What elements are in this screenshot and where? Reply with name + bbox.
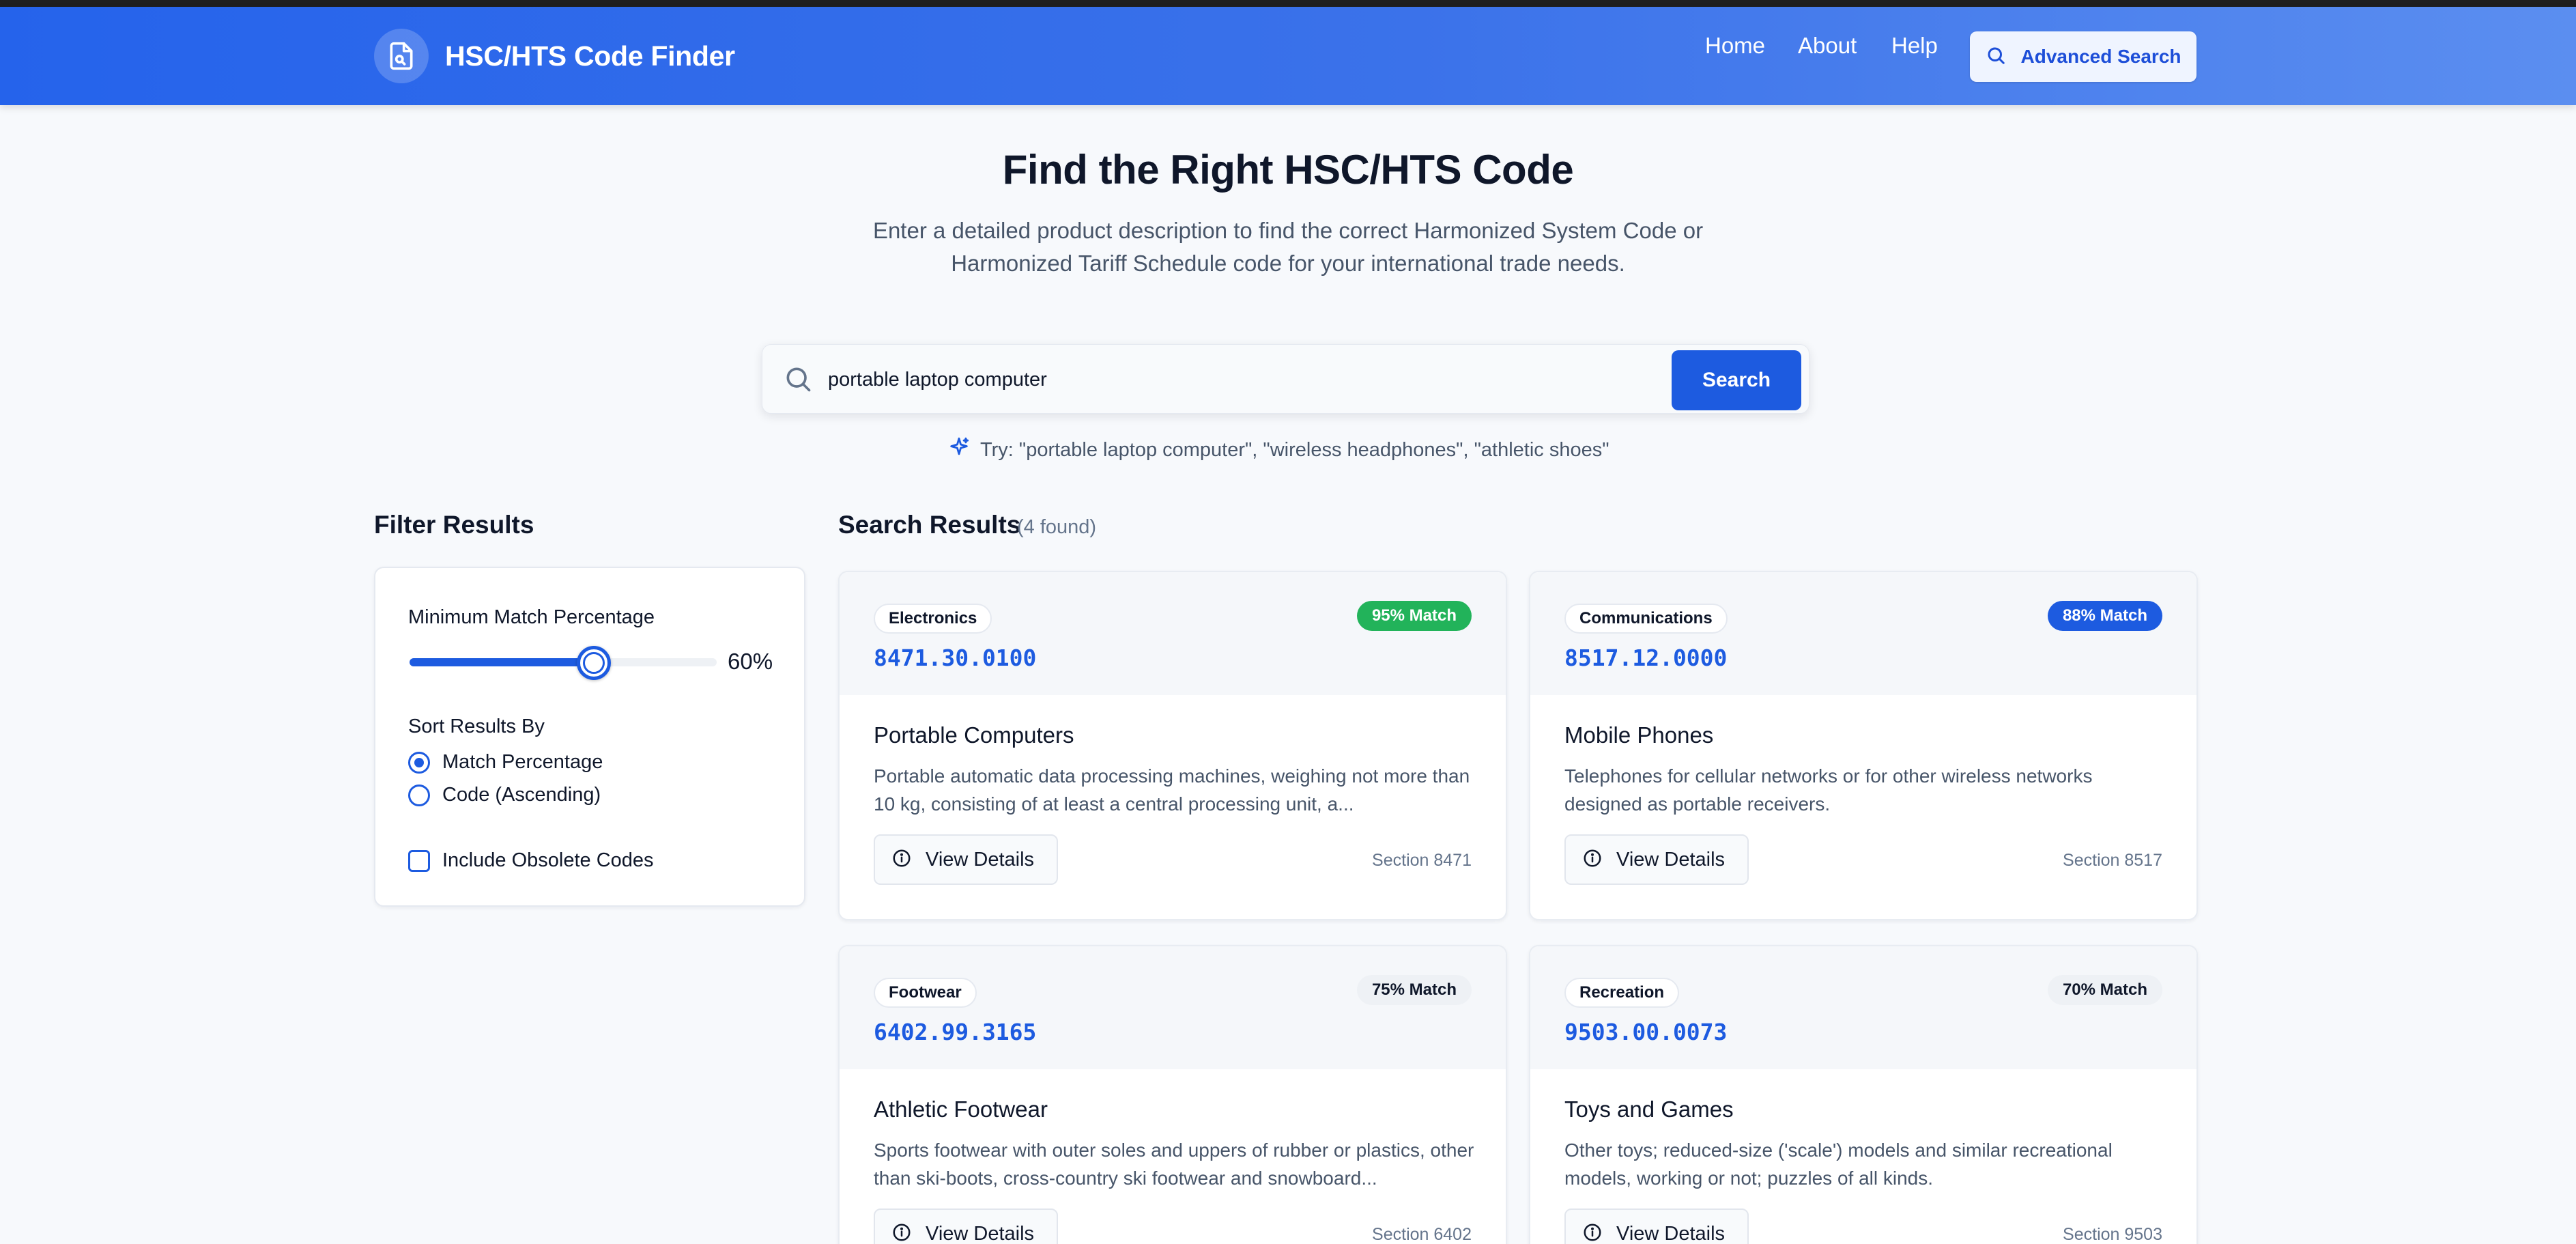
app-header: HSC/HTS Code Finder Home About Help Adva… — [0, 7, 2576, 105]
sort-option-label: Match Percentage — [442, 751, 603, 773]
info-icon — [1582, 1222, 1603, 1244]
search-icon — [1986, 45, 2006, 69]
hts-code: 8517.12.0000 — [1564, 645, 1728, 671]
search-icon — [783, 364, 813, 397]
page-subtitle: Enter a detailed product description to … — [872, 218, 1704, 276]
hts-code: 8471.30.0100 — [874, 645, 1037, 671]
sparkle-icon — [947, 436, 971, 464]
section-label: Section 9503 — [2063, 1225, 2162, 1244]
result-description: Other toys; reduced-size ('scale') model… — [1564, 1140, 2113, 1189]
result-card[interactable]: Footwear 75% Match 6402.99.3165 Athletic… — [838, 945, 1507, 1244]
view-details-button[interactable]: View Details — [1564, 1208, 1749, 1244]
sort-option-label: Code (Ascending) — [442, 784, 601, 806]
results-heading: Search Results — [838, 511, 1021, 539]
section-label: Section 8517 — [2063, 851, 2162, 870]
category-badge: Footwear — [874, 978, 977, 1008]
card-header — [840, 946, 1506, 1069]
category-badge: Electronics — [874, 604, 992, 634]
result-card[interactable]: Electronics 95% Match 8471.30.0100 Porta… — [838, 571, 1507, 920]
advanced-search-button[interactable]: Advanced Search — [1970, 31, 2196, 82]
filter-heading: Filter Results — [374, 511, 534, 539]
view-details-label: View Details — [926, 848, 1035, 871]
radio-code-ascending[interactable] — [408, 784, 430, 806]
result-title: Portable Computers — [874, 722, 1074, 748]
suggestions-text: Try: "portable laptop computer", "wirele… — [980, 438, 1609, 461]
result-title: Mobile Phones — [1564, 722, 1714, 748]
view-details-button[interactable]: View Details — [874, 834, 1058, 885]
radio-match-percentage[interactable] — [408, 751, 430, 774]
view-details-button[interactable]: View Details — [1564, 834, 1749, 885]
min-match-label: Minimum Match Percentage — [408, 606, 655, 628]
view-details-button[interactable]: View Details — [874, 1208, 1058, 1244]
category-badge: Communications — [1564, 604, 1728, 634]
nav-help-link[interactable]: Help — [1891, 33, 1938, 59]
match-badge: 75% Match — [1356, 975, 1472, 1005]
sort-option-match[interactable]: Match Percentage — [408, 751, 603, 774]
window-top-strip — [0, 0, 2576, 7]
min-match-slider[interactable] — [410, 646, 717, 680]
match-badge: 70% Match — [2047, 975, 2162, 1005]
result-title: Athletic Footwear — [874, 1097, 1048, 1122]
search-bar: Search — [762, 344, 1809, 414]
search-button[interactable]: Search — [1672, 350, 1801, 410]
document-search-icon — [374, 29, 429, 83]
view-details-label: View Details — [1616, 1222, 1726, 1244]
result-description: Telephones for cellular networks or for … — [1564, 765, 2093, 815]
card-header — [1530, 946, 2196, 1069]
filter-panel: Minimum Match Percentage 60% Sort Result… — [374, 567, 805, 907]
sort-label: Sort Results By — [408, 716, 545, 737]
app-title: HSC/HTS Code Finder — [445, 40, 735, 72]
include-obsolete-checkbox[interactable] — [408, 849, 430, 872]
view-details-label: View Details — [926, 1222, 1035, 1244]
page-title: Find the Right HSC/HTS Code — [1002, 147, 1574, 193]
brand[interactable]: HSC/HTS Code Finder — [374, 29, 735, 83]
card-header — [840, 572, 1506, 695]
sort-option-code[interactable]: Code (Ascending) — [408, 784, 601, 806]
info-icon — [1582, 848, 1603, 872]
result-description: Portable automatic data processing machi… — [874, 765, 1470, 815]
slider-fill — [410, 658, 594, 666]
match-badge: 95% Match — [1356, 601, 1472, 631]
section-label: Section 8471 — [1372, 851, 1472, 870]
results-count: (4 found) — [1017, 516, 1097, 538]
include-obsolete-label: Include Obsolete Codes — [442, 849, 654, 871]
min-match-value: 60% — [728, 649, 773, 674]
match-badge: 88% Match — [2047, 601, 2162, 631]
search-input[interactable] — [828, 363, 1647, 397]
search-suggestions: Try: "portable laptop computer", "wirele… — [947, 436, 1609, 464]
result-description: Sports footwear with outer soles and upp… — [874, 1140, 1474, 1189]
view-details-label: View Details — [1616, 848, 1726, 871]
nav-home-link[interactable]: Home — [1705, 33, 1765, 59]
nav-about-link[interactable]: About — [1798, 33, 1857, 59]
card-header — [1530, 572, 2196, 695]
hts-code: 9503.00.0073 — [1564, 1019, 1728, 1045]
advanced-search-label: Advanced Search — [2020, 46, 2181, 67]
result-card[interactable]: Recreation 70% Match 9503.00.0073 Toys a… — [1529, 945, 2198, 1244]
include-obsolete-option[interactable]: Include Obsolete Codes — [408, 849, 654, 872]
result-title: Toys and Games — [1564, 1097, 1734, 1122]
info-icon — [891, 1222, 912, 1244]
section-label: Section 6402 — [1372, 1225, 1472, 1244]
slider-thumb[interactable] — [577, 646, 611, 680]
category-badge: Recreation — [1564, 978, 1680, 1008]
info-icon — [891, 848, 912, 872]
hts-code: 6402.99.3165 — [874, 1019, 1037, 1045]
result-card[interactable]: Communications 88% Match 8517.12.0000 Mo… — [1529, 571, 2198, 920]
